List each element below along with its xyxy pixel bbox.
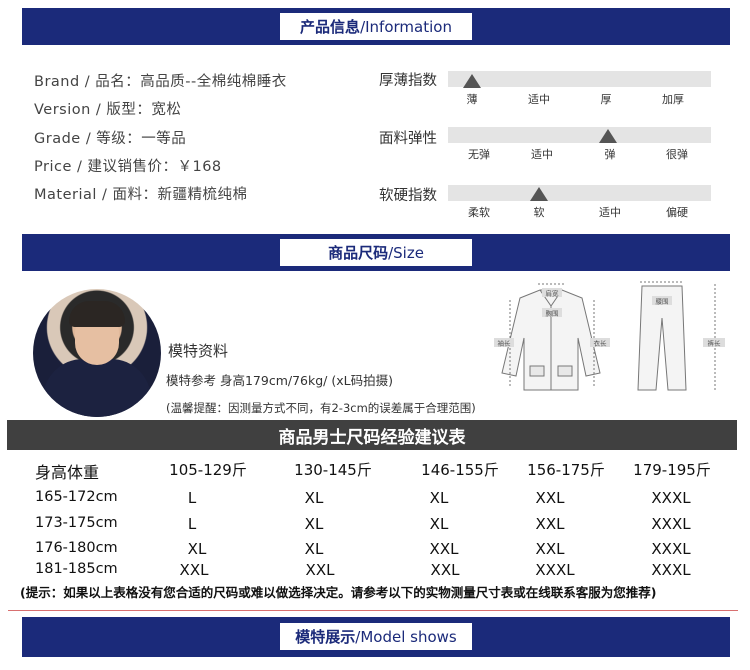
table-cell: L [187,489,197,507]
size-table-title: 商品男士尺码经验建议表 [7,420,737,450]
table-cell: XXL [429,540,459,558]
elasticity-tick: 无弹 [468,148,490,161]
table-cell: XXXL [651,489,691,507]
table-header-cell: 105-129斤 [169,461,247,479]
model-info-line: 模特参考 身高179cm/76kg/ (xL码拍摄) [166,373,393,388]
table-cell: L [187,515,197,533]
chest-label: 胸围 [546,309,559,318]
table-header-cell: 179-195斤 [633,461,711,479]
elasticity-scale-bar [448,127,711,143]
softness-tick: 适中 [599,206,621,219]
shoulder-label: 肩宽 [546,289,560,298]
model-shows-banner: 模特展示/Model shows [22,617,730,657]
table-header-cell: 146-155斤 [421,461,499,479]
softness-tick: 软 [533,206,545,219]
thickness-tick: 薄 [466,93,478,106]
model-shows-banner-title: 模特展示/Model shows [280,623,472,650]
table-cell: XL [304,489,324,507]
info-version: Version / 版型：宽松 [34,102,182,118]
table-cell: XL [304,540,324,558]
elasticity-tick: 适中 [531,148,553,161]
elasticity-scale-label: 面料弹性 [379,131,437,147]
table-cell: XXXL [535,561,575,579]
thickness-scale-bar [448,71,711,87]
table-cell: XXXL [651,540,691,558]
table-cell: XXXL [651,561,691,579]
length-label: 衣长 [594,339,608,348]
table-row-label: 176-180cm [35,540,118,556]
thickness-marker-icon [463,74,481,88]
information-banner: 产品信息/Information [22,8,730,45]
softness-tick: 柔软 [468,206,490,219]
table-cell: XL [304,515,324,533]
table-cell: XXL [305,561,335,579]
model-photo [33,289,161,417]
table-cell: XL [429,515,449,533]
table-row-label: 173-175cm [35,515,118,531]
table-row-label: 165-172cm [35,489,118,505]
table-header-cell: 130-145斤 [294,461,372,479]
table-cell: XXL [179,561,209,579]
info-brand: Brand / 品名：高品质--全棉纯棉睡衣 [34,74,287,90]
elasticity-tick: 很弹 [666,148,688,161]
table-header-cell: 156-175斤 [527,461,605,479]
model-info-title: 模特资料 [168,342,229,360]
table-cell: XXL [535,489,565,507]
table-cell: XXL [535,515,565,533]
size-banner: 商品尺码/Size [22,234,730,271]
waist-label: 腰围 [656,298,669,306]
thickness-tick: 厚 [600,93,612,106]
table-cell: XXL [430,561,460,579]
info-material: Material / 面料：新疆精梳纯棉 [34,187,248,203]
table-cell: XL [187,540,207,558]
table-row-label: 181-185cm [35,561,118,577]
softness-scale-label: 软硬指数 [379,188,437,204]
size-banner-title: 商品尺码/Size [280,239,472,266]
elasticity-marker-icon [599,129,617,143]
info-price: Price / 建议销售价：￥168 [34,159,222,175]
table-cell: XL [429,489,449,507]
table-cell: XXL [535,540,565,558]
divider [8,610,738,611]
sleeve-label: 袖长 [498,339,512,348]
softness-marker-icon [530,187,548,201]
measurement-note: (温馨提醒：因测量方式不同，有2-3cm的误差属于合理范围) [166,401,476,415]
garment-measurement-diagram: 肩宽 胸围 袖长 衣长 腰围 裤长 [494,281,725,391]
thickness-tick: 加厚 [662,93,684,106]
info-grade: Grade / 等级：一等品 [34,131,187,147]
thickness-tick: 适中 [528,93,550,106]
softness-tick: 偏硬 [666,206,688,219]
softness-scale-bar [448,185,711,201]
table-header-cell: 身高体重 [35,463,100,482]
size-tip-text: (提示：如果以上表格没有您合适的尺码或难以做选择决定。请参考以下的实物测量尺寸表… [20,585,657,600]
elasticity-tick: 弹 [604,148,616,161]
pants-length-label: 裤长 [708,339,722,348]
table-cell: XXXL [651,515,691,533]
information-banner-title: 产品信息/Information [280,13,472,40]
thickness-scale-label: 厚薄指数 [379,73,437,89]
